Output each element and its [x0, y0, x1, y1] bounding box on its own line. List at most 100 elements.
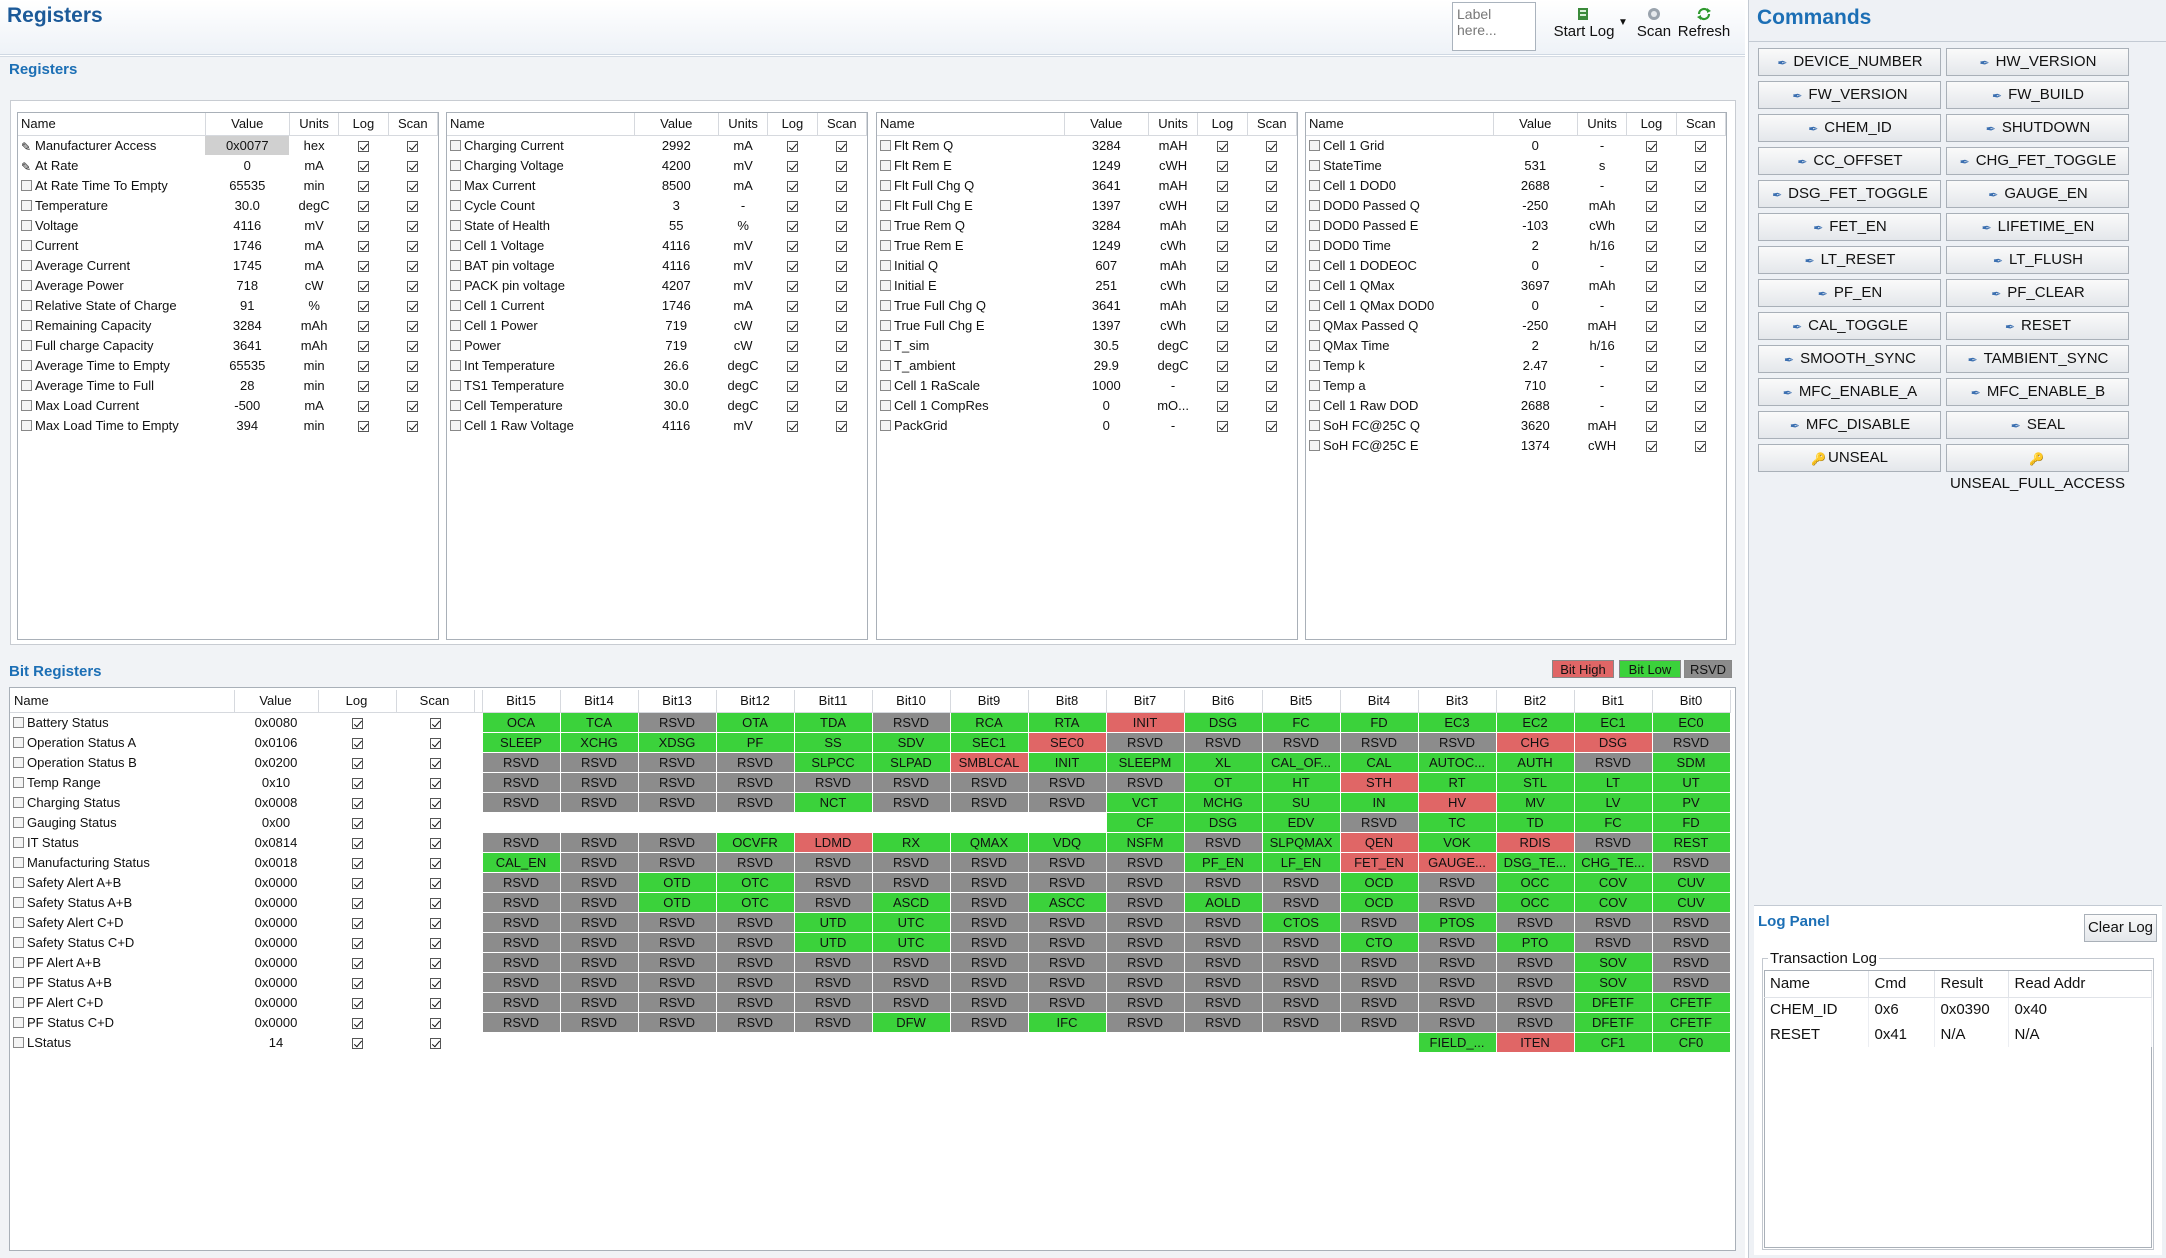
bit-register-value[interactable]: 0x0000	[234, 932, 318, 952]
bit-register-value[interactable]: 0x0008	[234, 792, 318, 812]
register-value[interactable]: 0	[1493, 295, 1577, 315]
col-header-value[interactable]: Value	[205, 113, 290, 136]
log-checkbox[interactable]	[786, 220, 798, 232]
scan-checkbox[interactable]	[1695, 360, 1707, 372]
register-row[interactable]: Int Temperature 26.6 degC	[447, 355, 867, 375]
bit-register-row[interactable]: Manufacturing Status 0x0018 CAL_EN RSVD RSVD…	[10, 851, 1731, 873]
bit-register-value[interactable]: 14	[234, 1032, 318, 1052]
col-header-log[interactable]: Log	[1197, 113, 1248, 136]
register-row[interactable]: Remaining Capacity 3284 mAh	[18, 315, 438, 335]
log-checkbox[interactable]	[357, 320, 369, 332]
col-header-read-addr[interactable]: Read Addr	[2008, 971, 2152, 998]
command-button-tambient-sync[interactable]: ✒ TAMBIENT_SYNC	[1946, 345, 2129, 373]
register-row[interactable]: ✎ At Rate 0 mA	[18, 155, 438, 175]
scan-checkbox[interactable]	[429, 1037, 441, 1049]
register-row[interactable]: PACK pin voltage 4207 mV	[447, 275, 867, 295]
col-header-cmd[interactable]: Cmd	[1868, 971, 1935, 998]
log-checkbox[interactable]	[786, 160, 798, 172]
log-checkbox[interactable]	[1645, 280, 1657, 292]
log-checkbox[interactable]	[1645, 300, 1657, 312]
bit-register-row[interactable]: Safety Status A+B 0x0000 RSVD RSVD OTD OTC RSV…	[10, 891, 1731, 913]
scan-checkbox[interactable]	[429, 817, 441, 829]
scan-checkbox[interactable]	[1266, 240, 1278, 252]
register-row[interactable]: TS1 Temperature 30.0 degC	[447, 375, 867, 395]
log-checkbox[interactable]	[1216, 260, 1228, 272]
scan-checkbox[interactable]	[836, 320, 848, 332]
scan-checkbox[interactable]	[1266, 220, 1278, 232]
scan-checkbox[interactable]	[407, 300, 419, 312]
scan-checkbox[interactable]	[407, 400, 419, 412]
command-button-cal-toggle[interactable]: ✒ CAL_TOGGLE	[1758, 312, 1941, 340]
command-button-chg-fet-toggle[interactable]: ✒ CHG_FET_TOGGLE	[1946, 147, 2129, 175]
scan-checkbox[interactable]	[1266, 160, 1278, 172]
bit-register-row[interactable]: PF Status A+B 0x0000 RSVD RSVD RSVD RSVD RSVD R…	[10, 971, 1731, 993]
scan-checkbox[interactable]	[429, 777, 441, 789]
log-checkbox[interactable]	[1216, 280, 1228, 292]
log-checkbox[interactable]	[786, 180, 798, 192]
scan-checkbox[interactable]	[407, 360, 419, 372]
scan-checkbox[interactable]	[1695, 340, 1707, 352]
scan-checkbox[interactable]	[407, 160, 419, 172]
register-row[interactable]: StateTime 531 s	[1306, 155, 1726, 175]
register-value[interactable]: 30.5	[1064, 335, 1148, 355]
register-row[interactable]: True Full Chg Q 3641 mAh	[877, 295, 1297, 315]
scan-checkbox[interactable]	[407, 380, 419, 392]
col-header-bit[interactable]: Bit14	[560, 690, 639, 713]
log-checkbox[interactable]	[357, 260, 369, 272]
col-header-units[interactable]: Units	[718, 113, 769, 136]
log-checkbox[interactable]	[1645, 200, 1657, 212]
scan-checkbox[interactable]	[429, 977, 441, 989]
col-header-bit[interactable]: Bit4	[1340, 690, 1419, 713]
register-value[interactable]: 1000	[1064, 375, 1148, 395]
register-value[interactable]: 26.6	[634, 355, 718, 375]
register-row[interactable]: Current 1746 mA	[18, 235, 438, 255]
transaction-log-row[interactable]: CHEM_ID 0x6 0x0390 0x40	[1764, 997, 2152, 1022]
register-value[interactable]: 3620	[1493, 415, 1577, 435]
log-checkbox[interactable]	[357, 180, 369, 192]
register-value[interactable]: 28	[205, 375, 289, 395]
log-checkbox[interactable]	[351, 797, 363, 809]
log-checkbox[interactable]	[351, 917, 363, 929]
command-button-device-number[interactable]: ✒ DEVICE_NUMBER	[1758, 48, 1941, 76]
bit-register-value[interactable]: 0x0106	[234, 732, 318, 752]
log-checkbox[interactable]	[351, 757, 363, 769]
register-row[interactable]: Charging Voltage 4200 mV	[447, 155, 867, 175]
log-checkbox[interactable]	[1645, 160, 1657, 172]
bit-register-value[interactable]: 0x0018	[234, 852, 318, 872]
log-checkbox[interactable]	[351, 777, 363, 789]
register-value[interactable]: 0	[1493, 135, 1577, 155]
register-value[interactable]: 30.0	[634, 375, 718, 395]
col-header-value[interactable]: Value	[234, 690, 319, 713]
col-header-bit[interactable]: Bit15	[482, 690, 561, 713]
register-row[interactable]: Max Load Current -500 mA	[18, 395, 438, 415]
register-value[interactable]: 91	[205, 295, 289, 315]
register-value[interactable]: -250	[1493, 315, 1577, 335]
register-row[interactable]: Charging Current 2992 mA	[447, 135, 867, 155]
register-value[interactable]: 0	[1064, 415, 1148, 435]
command-button-hw-version[interactable]: ✒ HW_VERSION	[1946, 48, 2129, 76]
register-row[interactable]: DOD0 Time 2 h/16	[1306, 235, 1726, 255]
register-value[interactable]: 2	[1493, 335, 1577, 355]
log-checkbox[interactable]	[786, 360, 798, 372]
log-checkbox[interactable]	[786, 200, 798, 212]
command-button-fw-version[interactable]: ✒ FW_VERSION	[1758, 81, 1941, 109]
register-row[interactable]: Average Power 718 cW	[18, 275, 438, 295]
command-button-shutdown[interactable]: ✒ SHUTDOWN	[1946, 114, 2129, 142]
register-row[interactable]: Cell 1 Raw DOD 2688 -	[1306, 395, 1726, 415]
scan-checkbox[interactable]	[836, 380, 848, 392]
register-row[interactable]: Power 719 cW	[447, 335, 867, 355]
scan-checkbox[interactable]	[1695, 140, 1707, 152]
scan-checkbox[interactable]	[836, 420, 848, 432]
register-value[interactable]: 65535	[205, 355, 289, 375]
col-header-name[interactable]: Name	[877, 113, 1065, 136]
scan-checkbox[interactable]	[429, 937, 441, 949]
bit-register-value[interactable]: 0x0000	[234, 872, 318, 892]
command-button-chem-id[interactable]: ✒ CHEM_ID	[1758, 114, 1941, 142]
command-button-mfc-enable-b[interactable]: ✒ MFC_ENABLE_B	[1946, 378, 2129, 406]
log-checkbox[interactable]	[357, 360, 369, 372]
scan-checkbox[interactable]	[407, 240, 419, 252]
bit-register-row[interactable]: Safety Status C+D 0x0000 RSVD RSVD RSVD RSVD U…	[10, 931, 1731, 953]
register-row[interactable]: DOD0 Passed E -103 cWh	[1306, 215, 1726, 235]
start-log-button[interactable]: Start Log	[1542, 5, 1626, 47]
register-row[interactable]: Flt Rem Q 3284 mAH	[877, 135, 1297, 155]
